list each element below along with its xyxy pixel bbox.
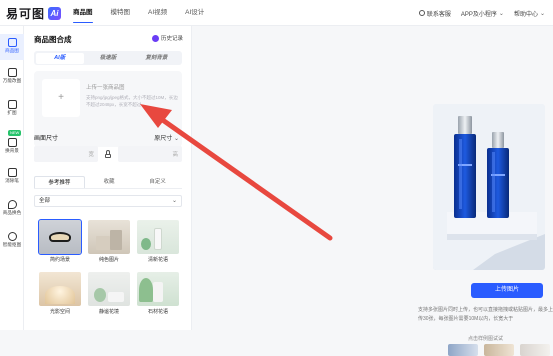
upload-image-button[interactable]: 上传图片 bbox=[471, 283, 543, 298]
reference-tabs: 参考推荐 收藏 自定义 bbox=[34, 176, 182, 189]
template-label: 光影空间 bbox=[49, 309, 70, 315]
logo[interactable]: 易可图 Ai bbox=[6, 5, 62, 21]
history-label: 历史记录 bbox=[160, 36, 183, 42]
swap-background-icon bbox=[7, 138, 17, 147]
headset-icon bbox=[418, 10, 425, 16]
template-thumb bbox=[88, 272, 130, 306]
example-thumbnails bbox=[448, 344, 553, 356]
template-thumb bbox=[39, 272, 81, 306]
compose-panel: 商品图合成 历史记录 AI版 极速版 复刻背景 + 上传一张商品图 支持png/… bbox=[24, 26, 192, 330]
nav-item-model[interactable]: 模特图 bbox=[102, 0, 140, 26]
main-canvas: 上传图片 支持多张图片同时上传，也可以直接拖拽或粘贴图片，最多上传30张，每张图… bbox=[192, 26, 553, 356]
sidebar-item-eraser[interactable]: 消除笔 bbox=[0, 168, 24, 190]
filter-value: 全部 bbox=[39, 198, 51, 204]
tab-custom[interactable]: 自定义 bbox=[133, 176, 182, 188]
nav-item-ai-video[interactable]: AI视频 bbox=[139, 0, 176, 26]
lock-icon[interactable] bbox=[104, 150, 112, 158]
sidebar-item-product-image[interactable]: 商品图 bbox=[0, 34, 24, 60]
sidebar-item-label: 换背景 bbox=[5, 148, 19, 153]
expand-image-icon bbox=[7, 100, 17, 109]
ai-logo-badge: Ai bbox=[48, 6, 62, 20]
panel-title: 商品图合成 bbox=[34, 35, 72, 44]
template-label: 静谧花境 bbox=[98, 309, 119, 315]
left-sidebar: 商品图 万能改图 扩图 NEW 换背景 消除笔 商品换色 智能抠图 bbox=[0, 26, 24, 330]
chevron-down-icon: ⌄ bbox=[171, 198, 177, 204]
example-preview-image bbox=[433, 104, 545, 270]
example-thumb[interactable] bbox=[520, 344, 550, 356]
help-center-link[interactable]: 帮助中心 ⌄ bbox=[514, 9, 545, 18]
sidebar-item-label: 消除笔 bbox=[5, 178, 19, 183]
sidebar-item-label: 智能抠图 bbox=[2, 242, 22, 247]
help-center-label: 帮助中心 bbox=[513, 11, 538, 18]
example-thumb[interactable] bbox=[484, 344, 514, 356]
new-badge: NEW bbox=[8, 130, 22, 136]
sidebar-item-recolor[interactable]: 商品换色 bbox=[0, 200, 24, 222]
tab-favorites[interactable]: 收藏 bbox=[85, 176, 134, 188]
template-card[interactable]: 纯色图片 bbox=[88, 220, 130, 265]
mode-switch: AI版 极速版 复刻背景 bbox=[34, 51, 182, 65]
plus-icon[interactable]: + bbox=[42, 79, 80, 117]
sidebar-item-expand-image[interactable]: 扩图 bbox=[0, 100, 24, 122]
size-select-value: 原尺寸 bbox=[154, 136, 173, 142]
history-icon bbox=[151, 34, 159, 42]
height-unit: 高 bbox=[172, 152, 178, 158]
nav-item-product[interactable]: 商品图 bbox=[64, 0, 102, 26]
history-button[interactable]: 历史记录 bbox=[151, 34, 183, 42]
chevron-down-icon: ⌄ bbox=[498, 10, 504, 17]
examples-title: 点击样例图试试 bbox=[468, 336, 504, 342]
top-bar: 易可图 Ai 商品图 模特图 AI视频 AI设计 联系客服 APP及小程序 ⌄ … bbox=[0, 0, 553, 26]
template-thumb bbox=[137, 272, 179, 306]
template-card[interactable]: 清新花语 bbox=[137, 220, 179, 265]
template-card[interactable]: 静谧花境 bbox=[88, 272, 130, 317]
template-label: 简约场景 bbox=[49, 257, 70, 263]
sidebar-item-cutout[interactable]: 智能抠图 bbox=[0, 232, 24, 254]
cutout-icon bbox=[7, 232, 17, 241]
sidebar-item-edit-image[interactable]: 万能改图 bbox=[0, 68, 24, 90]
template-thumb bbox=[137, 220, 179, 254]
edit-image-icon bbox=[7, 68, 17, 77]
recolor-icon bbox=[7, 200, 17, 209]
upload-description: 支持多张图片同时上传，也可以直接拖拽或粘贴图片，最多上传30张，每张图片需要10… bbox=[418, 307, 553, 322]
customer-service-link[interactable]: 联系客服 bbox=[418, 9, 451, 18]
nav-item-ai-design[interactable]: AI设计 bbox=[176, 0, 213, 26]
tab-recommended[interactable]: 参考推荐 bbox=[34, 176, 85, 188]
mode-ai[interactable]: AI版 bbox=[35, 52, 84, 64]
product-image-icon bbox=[7, 38, 17, 47]
category-filter[interactable]: 全部 ⌄ bbox=[34, 195, 182, 207]
sidebar-item-label: 万能改图 bbox=[2, 78, 22, 83]
sidebar-item-label: 扩图 bbox=[7, 110, 17, 115]
template-label: 纯色图片 bbox=[98, 257, 119, 263]
top-right-actions: 联系客服 APP及小程序 ⌄ 帮助中心 ⌄ bbox=[418, 0, 545, 26]
mode-replicate-bg[interactable]: 复刻背景 bbox=[132, 53, 180, 64]
template-label: 石材花语 bbox=[147, 309, 168, 315]
eraser-icon bbox=[7, 168, 17, 177]
template-thumb bbox=[38, 219, 82, 255]
logo-text: 易可图 bbox=[6, 6, 46, 21]
template-card[interactable]: 简约场景 bbox=[38, 219, 82, 265]
size-select[interactable]: 原尺寸 ⌄ bbox=[154, 133, 179, 142]
template-card[interactable]: 光影空间 bbox=[39, 272, 81, 317]
template-label: 清新花语 bbox=[147, 257, 168, 263]
blue-bottles-illustration bbox=[433, 104, 545, 270]
upload-title: 上传一张商品图 bbox=[86, 85, 125, 91]
height-input[interactable]: 高 bbox=[118, 146, 182, 162]
customer-service-label: 联系客服 bbox=[426, 11, 451, 18]
template-thumb bbox=[88, 220, 130, 254]
example-thumb[interactable] bbox=[448, 344, 478, 356]
chevron-down-icon: ⌄ bbox=[539, 10, 545, 17]
app-link[interactable]: APP及小程序 ⌄ bbox=[461, 9, 504, 18]
template-card[interactable]: 石材花语 bbox=[137, 272, 179, 317]
sidebar-item-label: 商品图 bbox=[5, 48, 19, 53]
width-unit: 宽 bbox=[88, 152, 94, 158]
width-input[interactable]: 宽 bbox=[34, 146, 98, 162]
sidebar-item-label: 商品换色 bbox=[2, 210, 22, 215]
upload-tip: 支持png/jpg/jpeg格式，大小不超过10M，长边不超过2048px，长宽… bbox=[86, 95, 178, 107]
mode-fast[interactable]: 极速版 bbox=[84, 53, 132, 64]
sidebar-item-swap-background[interactable]: NEW 换背景 bbox=[0, 130, 24, 154]
chevron-down-icon: ⌄ bbox=[173, 136, 179, 142]
size-label: 画面尺寸 bbox=[34, 136, 59, 142]
main-nav: 商品图 模特图 AI视频 AI设计 bbox=[64, 0, 213, 26]
app-label: APP及小程序 bbox=[460, 11, 497, 18]
